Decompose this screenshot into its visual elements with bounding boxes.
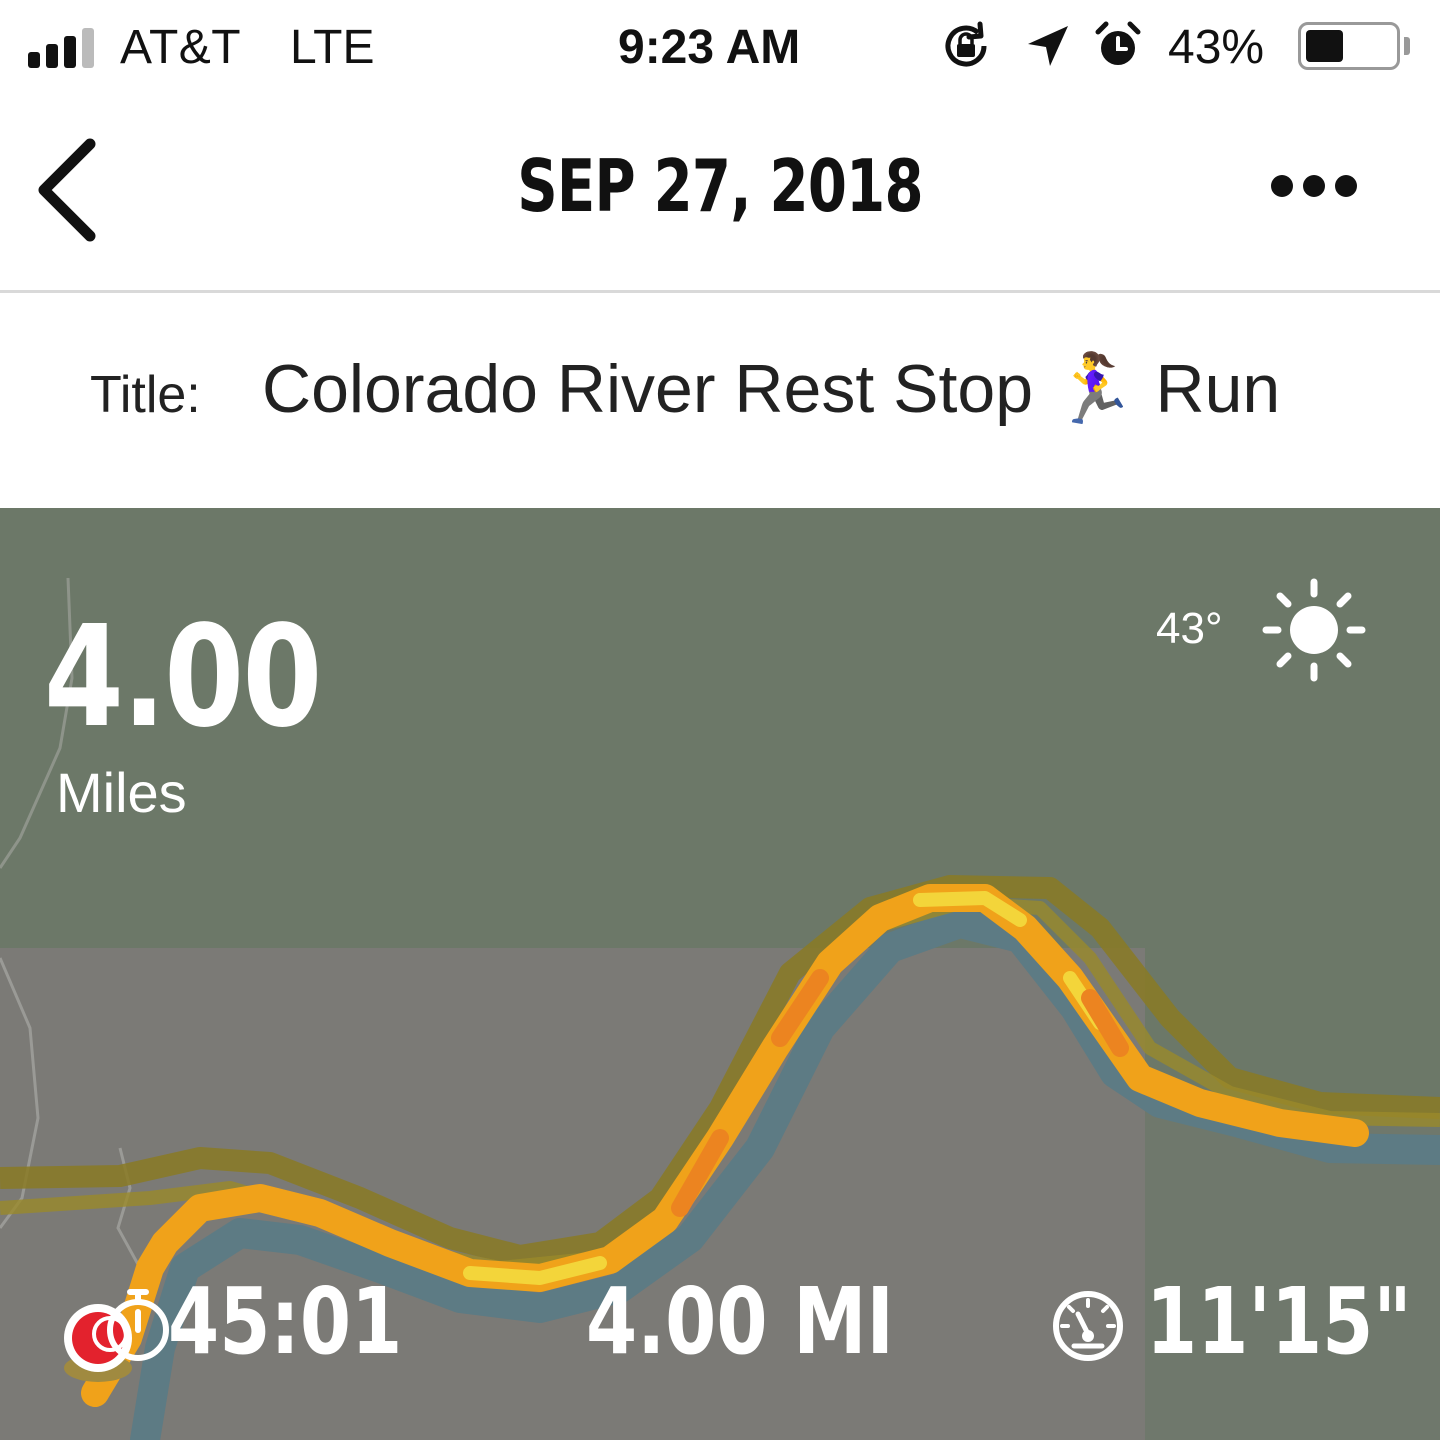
stopwatch-icon [107, 1289, 169, 1361]
speedometer-icon [1053, 1291, 1123, 1361]
page-title: SEP 27, 2018 [517, 144, 923, 228]
chevron-left-icon[interactable] [30, 136, 110, 246]
distance-value: 4.00 [44, 596, 322, 759]
network-type: LTE [290, 21, 375, 74]
distance-stat: 4.00 MI [586, 1268, 971, 1378]
battery-icon [1298, 22, 1400, 70]
alarm-icon [1095, 21, 1141, 65]
nav-header: SEP 27, 2018 [0, 96, 1440, 293]
distance-total-value: 4.00 MI [586, 1268, 894, 1375]
more-icon[interactable] [1262, 166, 1362, 206]
title-label: Title: [90, 366, 201, 424]
orientation-lock-icon [945, 21, 987, 67]
status-bar: AT&T LTE 9:23 AM 43% [0, 0, 1440, 96]
temperature: 43° [1156, 604, 1223, 653]
signal-strength-icon [28, 24, 104, 68]
status-time: 9:23 AM [618, 21, 801, 74]
location-arrow-icon [1028, 26, 1068, 66]
battery-percent: 43% [1168, 21, 1265, 74]
distance-unit: Miles [56, 761, 187, 824]
activity-title[interactable]: Colorado River Rest Stop 🏃‍♀️ Run [262, 349, 1280, 429]
activity-title-row[interactable]: Title: Colorado River Rest Stop 🏃‍♀️ Run [0, 293, 1440, 508]
sun-icon [1262, 578, 1366, 682]
pace-stat: 11'15" [1146, 1268, 1440, 1378]
carrier-name: AT&T [120, 21, 242, 74]
route-map[interactable]: 4.00 Miles 43° 45:01 4.00 MI 11'15" [0, 508, 1440, 1440]
battery-nub [1404, 37, 1410, 55]
duration-stat: 45:01 [168, 1268, 461, 1378]
duration-value: 45:01 [168, 1268, 403, 1375]
pace-value: 11'15" [1146, 1268, 1412, 1375]
